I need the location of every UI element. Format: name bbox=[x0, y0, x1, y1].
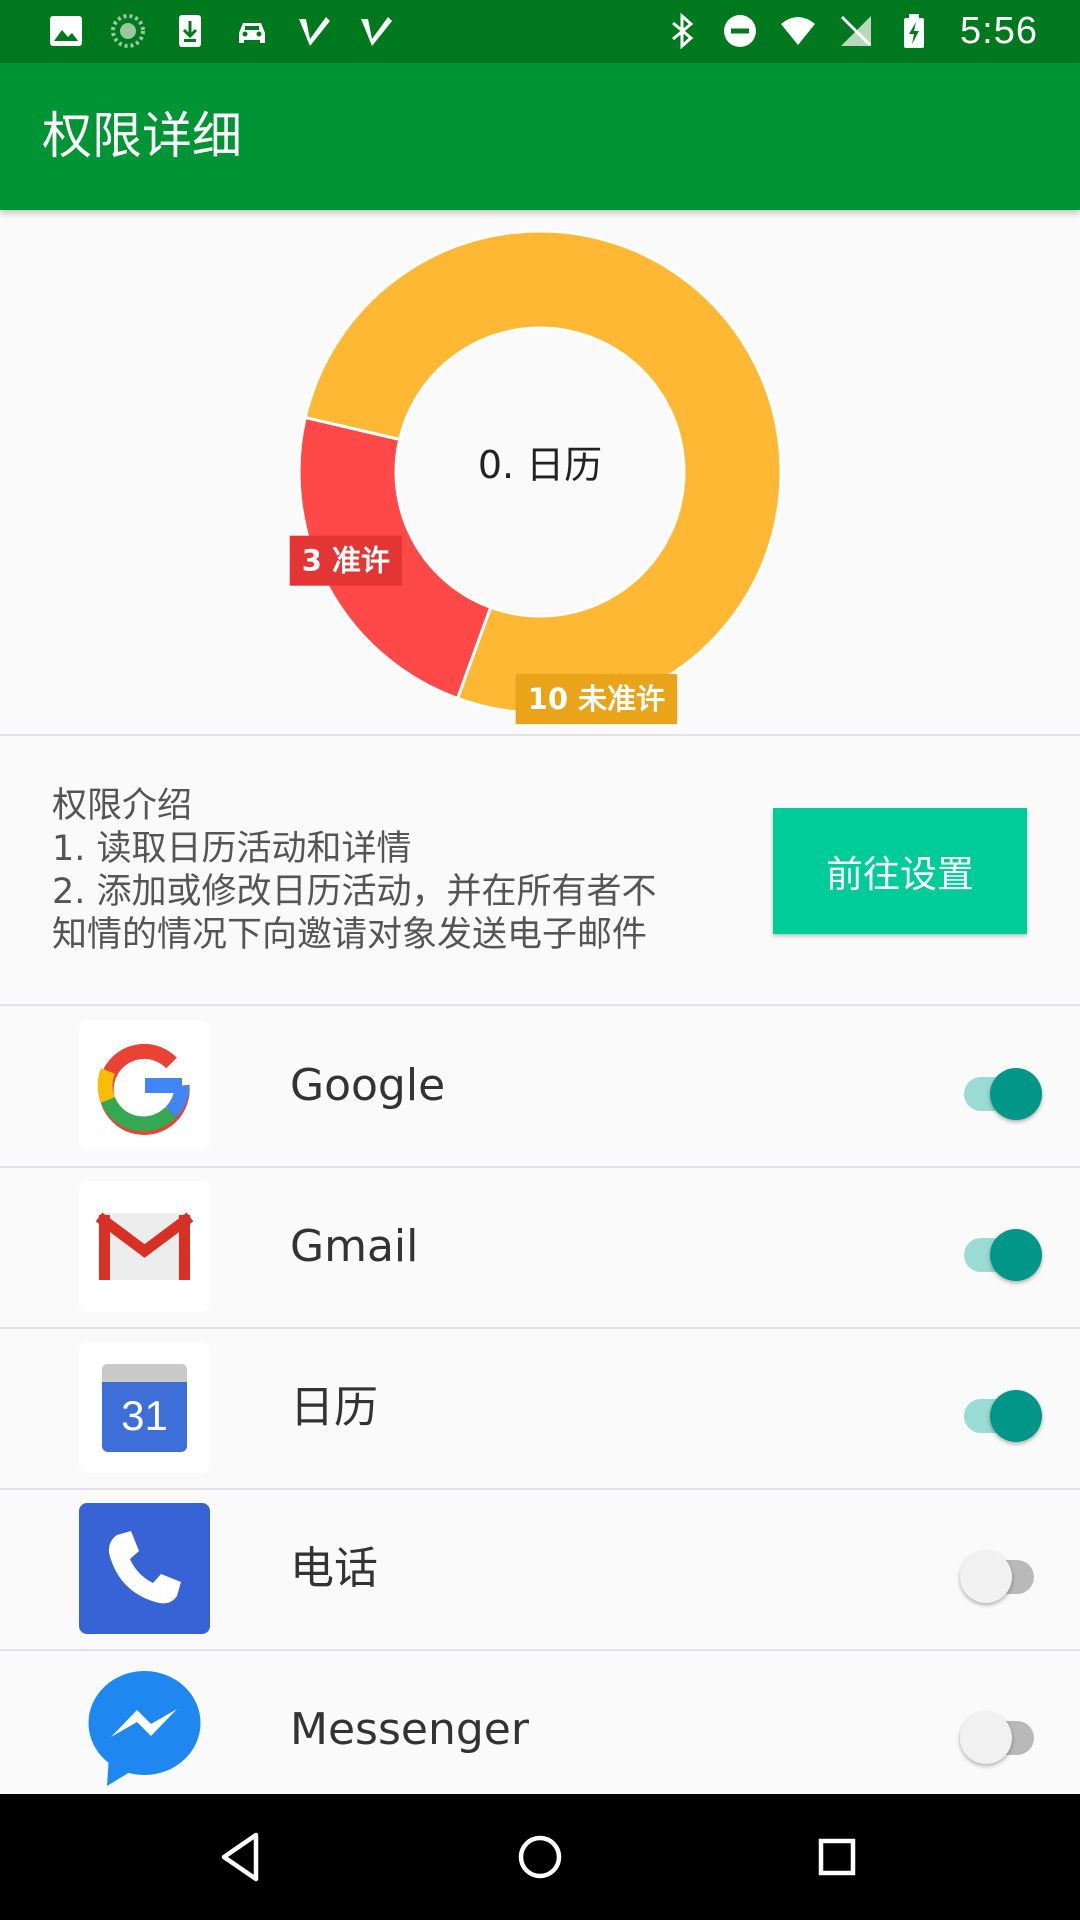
google-icon bbox=[79, 1020, 210, 1151]
description-line: 知情的情况下向邀请对象发送电子邮件 bbox=[52, 915, 648, 955]
app-name: 日历 bbox=[290, 1382, 378, 1433]
messenger-icon bbox=[79, 1664, 210, 1795]
page-title: 权限详细 bbox=[42, 107, 242, 165]
gmail-icon bbox=[79, 1181, 210, 1312]
toggle-thumb bbox=[960, 1551, 1012, 1603]
sync-icon bbox=[111, 14, 145, 48]
wifi-icon bbox=[781, 17, 816, 45]
permission-toggle-gmail[interactable] bbox=[960, 1223, 1044, 1281]
clock: 5:56 bbox=[960, 9, 1038, 52]
back-icon[interactable] bbox=[202, 1819, 278, 1895]
download-icon bbox=[179, 15, 201, 47]
permission-description: 权限介绍 1. 读取日历活动和详情 2. 添加或修改日历活动，并在所有者不 知情… bbox=[52, 785, 712, 957]
toggle-thumb bbox=[990, 1068, 1042, 1120]
check-icon bbox=[361, 17, 392, 46]
battery-charging-icon bbox=[904, 14, 925, 48]
app-bar: 权限详细 bbox=[0, 63, 1080, 210]
status-right-icons: 5:56 bbox=[664, 10, 1038, 52]
app-name: 电话 bbox=[290, 1543, 378, 1594]
navigation-bar bbox=[0, 1794, 1080, 1920]
permission-toggle-calendar[interactable] bbox=[960, 1384, 1044, 1442]
toggle-thumb bbox=[990, 1390, 1042, 1442]
app-name: Gmail bbox=[290, 1221, 419, 1272]
description-line: 1. 读取日历活动和详情 bbox=[52, 829, 412, 869]
do-not-disturb-icon bbox=[724, 15, 757, 47]
description-line: 2. 添加或修改日历活动，并在所有者不 bbox=[52, 872, 657, 912]
car-icon bbox=[239, 23, 265, 43]
home-icon[interactable] bbox=[502, 1819, 578, 1895]
image-icon bbox=[50, 16, 82, 46]
bluetooth-icon bbox=[672, 13, 694, 49]
no-signal-icon bbox=[840, 15, 872, 47]
status-bar: 5:56 bbox=[0, 0, 1080, 63]
go-to-settings-button[interactable]: 前往设置 bbox=[773, 808, 1027, 934]
app-row-calendar: 31 日历 bbox=[0, 1328, 1080, 1488]
permission-toggle-phone[interactable] bbox=[960, 1545, 1044, 1603]
app-name: Google bbox=[290, 1060, 446, 1111]
app-row-google: Google bbox=[0, 1006, 1080, 1166]
toggle-thumb bbox=[960, 1712, 1012, 1764]
status-left-icons bbox=[48, 10, 394, 52]
divider bbox=[0, 734, 1080, 736]
chart-center-label: 0. 日历 bbox=[478, 443, 602, 487]
description-line: 权限介绍 bbox=[52, 786, 193, 826]
toggle-thumb bbox=[990, 1229, 1042, 1281]
chart-slice-label: 10 未准许 bbox=[528, 682, 665, 716]
calendar-icon: 31 bbox=[79, 1342, 210, 1473]
calendar-icon-text: 31 bbox=[121, 1392, 168, 1439]
permission-toggle-messenger[interactable] bbox=[960, 1706, 1044, 1764]
permission-chart: 3 准许 10 未准许 0. 日历 bbox=[0, 210, 1080, 734]
app-row-messenger: Messenger bbox=[0, 1650, 1080, 1810]
recents-icon[interactable] bbox=[799, 1819, 875, 1895]
check-icon bbox=[299, 17, 330, 46]
donut-chart: 3 准许 10 未准许 0. 日历 bbox=[289, 229, 783, 725]
app-row-gmail: Gmail bbox=[0, 1167, 1080, 1327]
app-row-phone: 电话 bbox=[0, 1489, 1080, 1649]
app-name: Messenger bbox=[290, 1704, 529, 1755]
permission-toggle-google[interactable] bbox=[960, 1062, 1044, 1120]
phone-icon bbox=[79, 1503, 210, 1634]
chart-slice-label: 3 准许 bbox=[302, 544, 390, 578]
